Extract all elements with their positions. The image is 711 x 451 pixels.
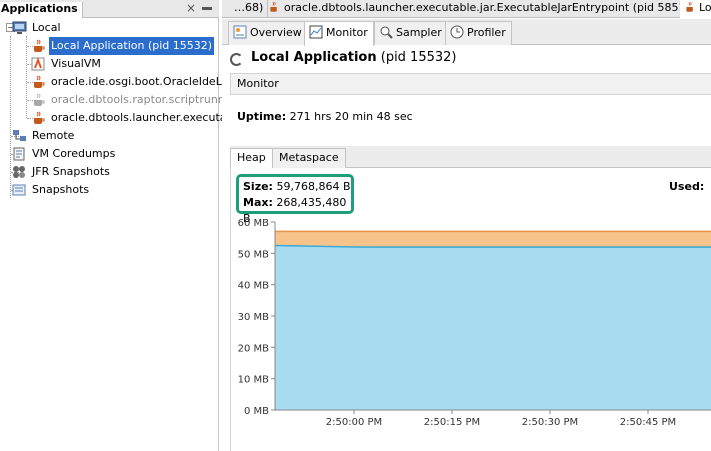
computer-icon: [12, 21, 27, 34]
heap-size-row: Size: 59,768,864 B: [243, 179, 351, 195]
applications-panel: Applications × − Local Local Application…: [0, 0, 243, 451]
y-tick-label: 60 MB: [238, 218, 270, 229]
uptime-label: Uptime:: [237, 110, 287, 123]
y-tick-label: 10 MB: [238, 375, 270, 386]
tree-item-visualvm[interactable]: VisualVM: [31, 55, 219, 73]
applications-panel-title[interactable]: Applications: [0, 2, 83, 18]
y-tick-label: 20 MB: [238, 343, 270, 354]
tree-item-oracle-ide[interactable]: oracle.ide.osgi.boot.OracleIdeLaun: [31, 73, 243, 91]
tree-item-remote[interactable]: Remote: [12, 127, 212, 145]
uptime-readout: Uptime: 271 hrs 20 min 48 sec: [237, 110, 413, 123]
tree-item-label: Local: [32, 21, 61, 34]
tree-item-label: VisualVM: [51, 57, 101, 70]
heap-size-label: Size:: [243, 180, 273, 193]
tab-heap[interactable]: Heap: [230, 148, 273, 169]
tab-sampler[interactable]: Sampler: [374, 21, 448, 45]
x-tick-label: 2:50:15 PM: [424, 417, 480, 428]
heap-chart: 0 MB 10 MB 20 MB 30 MB 40 MB 50 MB 60 MB 2:50:0…: [238, 218, 711, 428]
network-icon: [13, 130, 26, 141]
profiler-icon: [450, 25, 464, 39]
x-tick-label: 2:50:00 PM: [326, 417, 382, 428]
close-icon[interactable]: ×: [186, 1, 196, 15]
document-tab-previous[interactable]: …68): [230, 0, 269, 18]
tree-item-local-application[interactable]: Local Application (pid 15532): [31, 37, 219, 55]
tree-connector: [26, 36, 27, 118]
snapshot-icon: [12, 184, 26, 196]
tree-item-label: Remote: [32, 129, 75, 142]
x-tick-label: 2:50:30 PM: [522, 417, 578, 428]
page-title-pid: (pid 15532): [376, 50, 457, 65]
tab-label: Sampler: [396, 26, 442, 39]
tab-label: Overview: [250, 26, 302, 39]
tab-profiler[interactable]: Profiler: [445, 21, 512, 45]
x-tick-label: 2:50:45 PM: [620, 417, 676, 428]
tree-item-label: Snapshots: [32, 183, 90, 196]
java-cup-icon: [34, 111, 45, 124]
tree-item-label: oracle.ide.osgi.boot.OracleIdeLaun: [51, 75, 243, 88]
minimize-icon[interactable]: [202, 7, 212, 10]
monitor-section-header[interactable]: Monitor: [230, 73, 711, 95]
visualvm-icon: [31, 57, 45, 71]
document-tab-local-application[interactable]: Lo: [680, 0, 711, 18]
main-panel: …68) oracle.dbtools.launcher.executable.…: [222, 0, 711, 451]
y-tick-label: 30 MB: [238, 312, 270, 323]
heap-size-value: 59,768,864 B: [272, 180, 351, 193]
tree-connector: [10, 36, 11, 198]
tab-overview[interactable]: Overview: [228, 21, 308, 45]
tree-item-oracle-raptor[interactable]: oracle.dbtools.raptor.scriptrunner.: [31, 91, 239, 109]
coredump-icon: [13, 147, 25, 161]
tree-item-snapshots[interactable]: Snapshots: [12, 181, 212, 199]
tree-item-vm-coredumps[interactable]: VM Coredumps: [12, 145, 212, 163]
tree-item-oracle-launcher[interactable]: oracle.dbtools.launcher.executable: [31, 109, 243, 127]
tree-item-label: oracle.dbtools.launcher.executable: [51, 111, 244, 124]
page-title: Local Application (pid 15532): [251, 50, 457, 65]
document-tab-label: oracle.dbtools.launcher.executable.jar.E…: [284, 1, 697, 14]
monitor-icon: [309, 25, 323, 39]
monitor-section-label: Monitor: [237, 77, 279, 90]
document-tab-launcher[interactable]: oracle.dbtools.launcher.executable.jar.E…: [264, 0, 702, 18]
jfr-icon: [13, 166, 25, 178]
tree-item-jfr-snapshots[interactable]: JFR Snapshots: [12, 163, 212, 181]
heap-max-label: Max:: [243, 196, 273, 209]
java-cup-icon: [270, 1, 277, 12]
tree-item-label: Local Application (pid 15532): [49, 37, 215, 55]
tab-label: Profiler: [467, 26, 506, 39]
uptime-value: 271 hrs 20 min 48 sec: [286, 110, 413, 123]
java-cup-icon: [686, 1, 693, 12]
document-tab-label: Lo: [699, 1, 711, 14]
tree-item-label: oracle.dbtools.raptor.scriptrunner.: [51, 93, 239, 106]
y-tick-label: 50 MB: [238, 249, 270, 260]
tree-item-label: JFR Snapshots: [32, 165, 110, 178]
tree-item-local[interactable]: Local: [12, 19, 212, 37]
document-tab-bar: …68) oracle.dbtools.launcher.executable.…: [222, 0, 711, 18]
heap-tab-bar: Heap Metaspace: [230, 146, 711, 169]
java-cup-icon: [34, 75, 45, 88]
applications-panel-header: Applications ×: [0, 0, 219, 18]
java-cup-icon: [34, 39, 45, 52]
page-title-name: Local Application: [251, 50, 377, 65]
sampler-icon: [380, 26, 393, 39]
y-tick-label: 0 MB: [244, 406, 269, 417]
java-cup-grey-icon: [34, 93, 45, 106]
heap-stats-highlight: Size: 59,768,864 B Max: 268,435,480 B: [236, 174, 354, 225]
heap-used-label: Used:: [669, 180, 705, 193]
tab-monitor[interactable]: Monitor: [304, 21, 374, 46]
loading-spinner-icon: [230, 53, 243, 66]
view-tab-bar: Overview Monitor Sampler Profiler: [222, 19, 711, 46]
series-area-used: [275, 245, 711, 410]
tab-label: Monitor: [326, 26, 368, 39]
y-tick-label: 40 MB: [238, 281, 270, 292]
overview-icon: [233, 25, 247, 39]
tab-metaspace[interactable]: Metaspace: [272, 148, 346, 168]
tree-item-label: VM Coredumps: [32, 147, 116, 160]
